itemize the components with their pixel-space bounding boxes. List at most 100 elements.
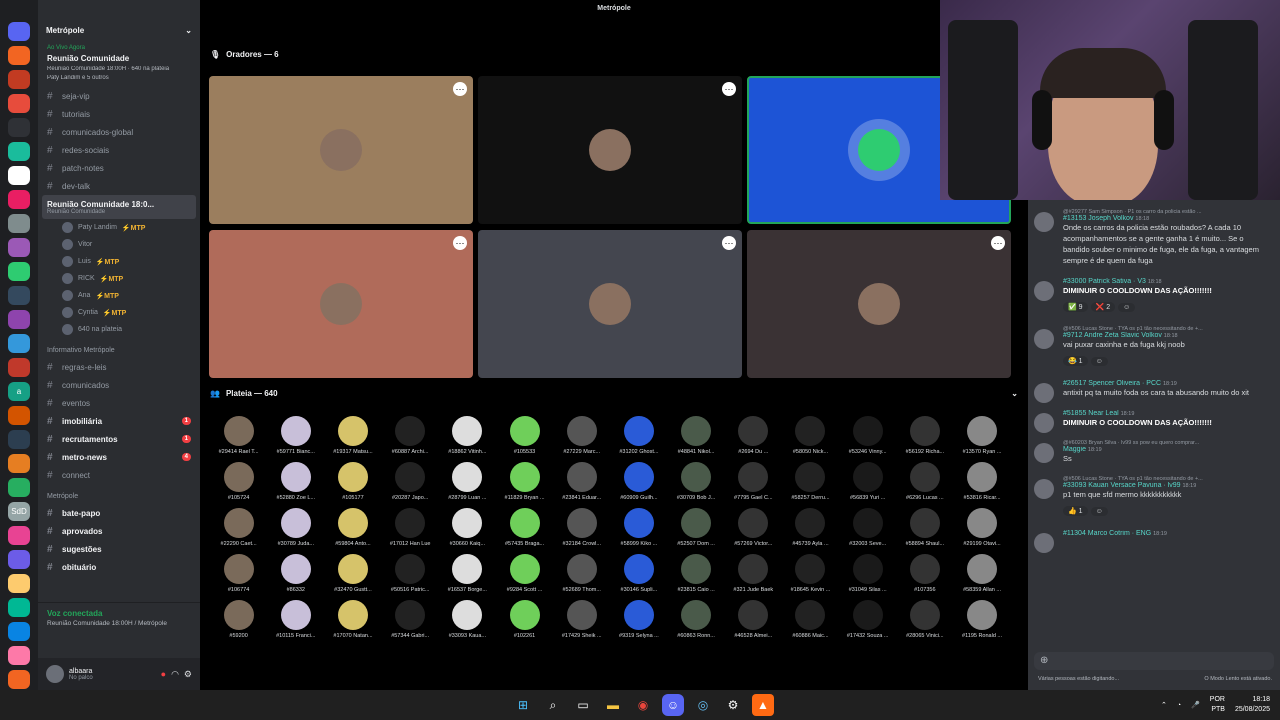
- channel-patch-notes[interactable]: # patch-notes: [38, 159, 200, 177]
- audience-member[interactable]: #60909 Guilh...: [610, 462, 667, 501]
- audience-member[interactable]: #57344 Gabri...: [382, 600, 439, 639]
- avatar[interactable]: [1034, 383, 1054, 403]
- avatar[interactable]: [46, 665, 64, 683]
- audience-member[interactable]: #53246 Vinny...: [839, 416, 896, 455]
- server-icon[interactable]: [8, 22, 30, 41]
- plus-icon[interactable]: ⊕: [1040, 655, 1048, 666]
- more-icon[interactable]: ⋯: [722, 236, 736, 250]
- audience-member[interactable]: #6296 Lucas ...: [896, 462, 953, 501]
- app-icon[interactable]: ▲: [752, 694, 774, 716]
- server-icon[interactable]: [8, 670, 30, 689]
- server-icon[interactable]: [8, 46, 30, 65]
- voice-user[interactable]: 640 na plateia: [38, 321, 200, 338]
- channel-comunicados[interactable]: # comunicados: [38, 376, 200, 394]
- channel-redes-sociais[interactable]: # redes-sociais: [38, 141, 200, 159]
- audience-member[interactable]: #30709 Bob J...: [668, 462, 725, 501]
- server-icon[interactable]: [8, 406, 30, 425]
- audience-member[interactable]: #32003 Seve...: [839, 508, 896, 547]
- message-author[interactable]: #51855 Near Leal 18:19: [1063, 410, 1272, 417]
- server-icon[interactable]: [8, 142, 30, 161]
- audience-member[interactable]: #105533: [496, 416, 553, 455]
- reaction[interactable]: 😂 1: [1063, 356, 1088, 366]
- server-icon[interactable]: [8, 526, 30, 545]
- server-icon[interactable]: [8, 238, 30, 257]
- reaction[interactable]: ☺: [1090, 507, 1108, 516]
- more-icon[interactable]: ⋯: [453, 236, 467, 250]
- audience-member[interactable]: #53816 Ricar...: [953, 462, 1010, 501]
- audience-member[interactable]: #50516 Patric...: [382, 554, 439, 593]
- chevron-down-icon[interactable]: ⌄: [185, 26, 192, 35]
- channel-bate-papo[interactable]: # bate-papo: [38, 504, 200, 522]
- more-icon[interactable]: ⋯: [453, 82, 467, 96]
- server-icon[interactable]: [8, 262, 30, 281]
- audience-member[interactable]: #23841 Eduar...: [553, 462, 610, 501]
- audience-member[interactable]: #60863 Ronn...: [668, 600, 725, 639]
- voice-channel[interactable]: Reunião Comunidade 18:00H / Metrópole: [47, 620, 191, 627]
- audience-member[interactable]: #17070 Natan...: [324, 600, 381, 639]
- audience-member[interactable]: #86332: [267, 554, 324, 593]
- audience-member[interactable]: #17432 Souza ...: [839, 600, 896, 639]
- voice-user[interactable]: RICK ⚡MTP: [38, 270, 200, 287]
- audience-member[interactable]: #56839 Yuri ...: [839, 462, 896, 501]
- audience-member[interactable]: #20287 Japo...: [382, 462, 439, 501]
- channel-comunicados-global[interactable]: # comunicados-global: [38, 123, 200, 141]
- audience-member[interactable]: #58257 Derru...: [782, 462, 839, 501]
- category-metropole[interactable]: Metrópole: [38, 488, 200, 504]
- discord-icon[interactable]: ☺: [662, 694, 684, 716]
- channel-recrutamentos[interactable]: # recrutamentos 1: [38, 430, 200, 448]
- headphones-icon[interactable]: ◠: [171, 669, 179, 680]
- category-informativo[interactable]: Informativo Metrópole: [38, 342, 200, 358]
- audience-member[interactable]: #31202 Ghost...: [610, 416, 667, 455]
- audience-member[interactable]: #17429 Sheik ...: [553, 600, 610, 639]
- channel-dev-talk[interactable]: # dev-talk: [38, 177, 200, 195]
- avatar[interactable]: [1034, 413, 1054, 433]
- message-author[interactable]: Maggie 18:19: [1063, 446, 1272, 453]
- mute-icon[interactable]: ●: [161, 669, 166, 679]
- audience-member[interactable]: #30146 Supli...: [610, 554, 667, 593]
- server-icon[interactable]: [8, 574, 30, 593]
- server-icon[interactable]: [8, 310, 30, 329]
- audience-member[interactable]: #52507 Dom ...: [668, 508, 725, 547]
- message-input[interactable]: ⊕: [1034, 652, 1274, 670]
- audience-member[interactable]: #57269 Victor...: [725, 508, 782, 547]
- windows-start-icon[interactable]: ⊞: [512, 694, 534, 716]
- steam-icon[interactable]: ◎: [692, 694, 714, 716]
- audience-member[interactable]: #9319 Selyna ...: [610, 600, 667, 639]
- server-icon[interactable]: [8, 214, 30, 233]
- channel-tutoriais[interactable]: # tutoriais: [38, 105, 200, 123]
- server-icon[interactable]: [8, 166, 30, 185]
- clock-time[interactable]: 18:18: [1235, 695, 1270, 705]
- more-icon[interactable]: ⋯: [991, 236, 1005, 250]
- voice-user[interactable]: Paty Landim ⚡MTP: [38, 219, 200, 236]
- avatar[interactable]: [1034, 443, 1054, 463]
- lang[interactable]: POR: [1210, 695, 1225, 705]
- channel-metro-news[interactable]: # metro-news 4: [38, 448, 200, 466]
- audience-member[interactable]: #52880 Zoe L...: [267, 462, 324, 501]
- audience-member[interactable]: #59804 Anto...: [324, 508, 381, 547]
- speaker-tile[interactable]: ⋯: [478, 76, 742, 224]
- speaker-tile[interactable]: ⋯: [209, 76, 473, 224]
- task-view-icon[interactable]: ▭: [572, 694, 594, 716]
- audience-member[interactable]: #30660 Kaiq...: [439, 508, 496, 547]
- voice-user[interactable]: Luis ⚡MTP: [38, 253, 200, 270]
- audience-member[interactable]: #23815 Caio ...: [668, 554, 725, 593]
- audience-member[interactable]: #106774: [210, 554, 267, 593]
- audience-member[interactable]: #102261: [496, 600, 553, 639]
- server-icon[interactable]: [8, 598, 30, 617]
- audience-member[interactable]: #30789 Juda...: [267, 508, 324, 547]
- audience-member[interactable]: #16537 Borge...: [439, 554, 496, 593]
- audience-member[interactable]: #22290 Caet...: [210, 508, 267, 547]
- avatar[interactable]: [1034, 479, 1054, 499]
- avatar[interactable]: [1034, 212, 1054, 232]
- channel-connect[interactable]: # connect: [38, 466, 200, 484]
- audience-header[interactable]: 👥 Plateia — 640 ⌄: [210, 389, 1018, 398]
- search-icon[interactable]: ⌕: [542, 694, 564, 716]
- server-icon[interactable]: [8, 358, 30, 377]
- audience-member[interactable]: #17012 Han Lue: [382, 508, 439, 547]
- audience-member[interactable]: #58359 Allan ...: [953, 554, 1010, 593]
- voice-user[interactable]: Ana ⚡MTP: [38, 287, 200, 304]
- audience-member[interactable]: #58999 Kiko ...: [610, 508, 667, 547]
- channel-aprovados[interactable]: # aprovados: [38, 522, 200, 540]
- audience-member[interactable]: #56192 Richa...: [896, 416, 953, 455]
- audience-member[interactable]: #18862 Vitinh...: [439, 416, 496, 455]
